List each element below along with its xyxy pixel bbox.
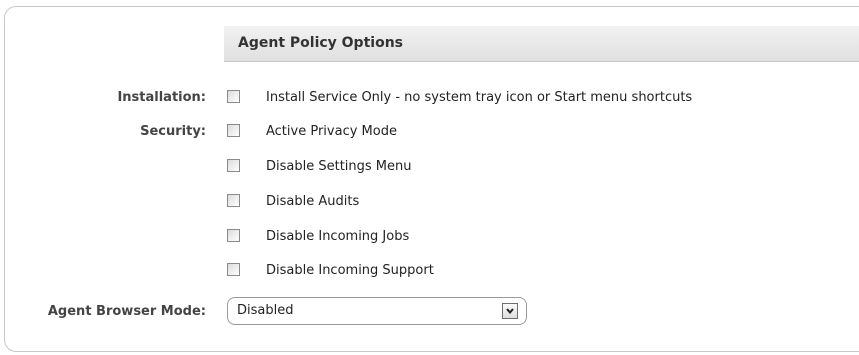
section-title: Agent Policy Options: [238, 35, 403, 51]
disable-audits-label: Disable Audits: [266, 194, 360, 209]
install-service-only-checkbox[interactable]: [227, 90, 240, 103]
active-privacy-mode-label: Active Privacy Mode: [266, 124, 397, 139]
chevron-down-icon[interactable]: [502, 303, 518, 319]
installation-row: Installation: Install Service Only - no …: [0, 88, 859, 108]
browser-mode-value: Disabled: [237, 303, 294, 318]
disable-settings-menu-label: Disable Settings Menu: [266, 159, 412, 174]
disable-incoming-support-checkbox[interactable]: [227, 263, 240, 276]
active-privacy-mode-checkbox[interactable]: [227, 124, 240, 137]
installation-label: Installation:: [117, 90, 206, 105]
install-service-only-label: Install Service Only - no system tray ic…: [266, 90, 693, 105]
security-label: Security:: [140, 124, 206, 139]
disable-audits-checkbox[interactable]: [227, 194, 240, 207]
section-header: Agent Policy Options: [224, 26, 859, 62]
disable-incoming-jobs-row: Disable Incoming Jobs: [0, 227, 859, 247]
security-row: Security: Active Privacy Mode: [0, 122, 859, 142]
disable-incoming-jobs-label: Disable Incoming Jobs: [266, 229, 410, 244]
browser-mode-select[interactable]: Disabled: [227, 297, 527, 325]
disable-settings-menu-checkbox[interactable]: [227, 159, 240, 172]
disable-incoming-support-label: Disable Incoming Support: [266, 263, 434, 278]
disable-audits-row: Disable Audits: [0, 192, 859, 212]
disable-incoming-support-row: Disable Incoming Support: [0, 261, 859, 281]
browser-mode-label: Agent Browser Mode:: [47, 304, 206, 319]
disable-incoming-jobs-checkbox[interactable]: [227, 229, 240, 242]
disable-settings-menu-row: Disable Settings Menu: [0, 157, 859, 177]
